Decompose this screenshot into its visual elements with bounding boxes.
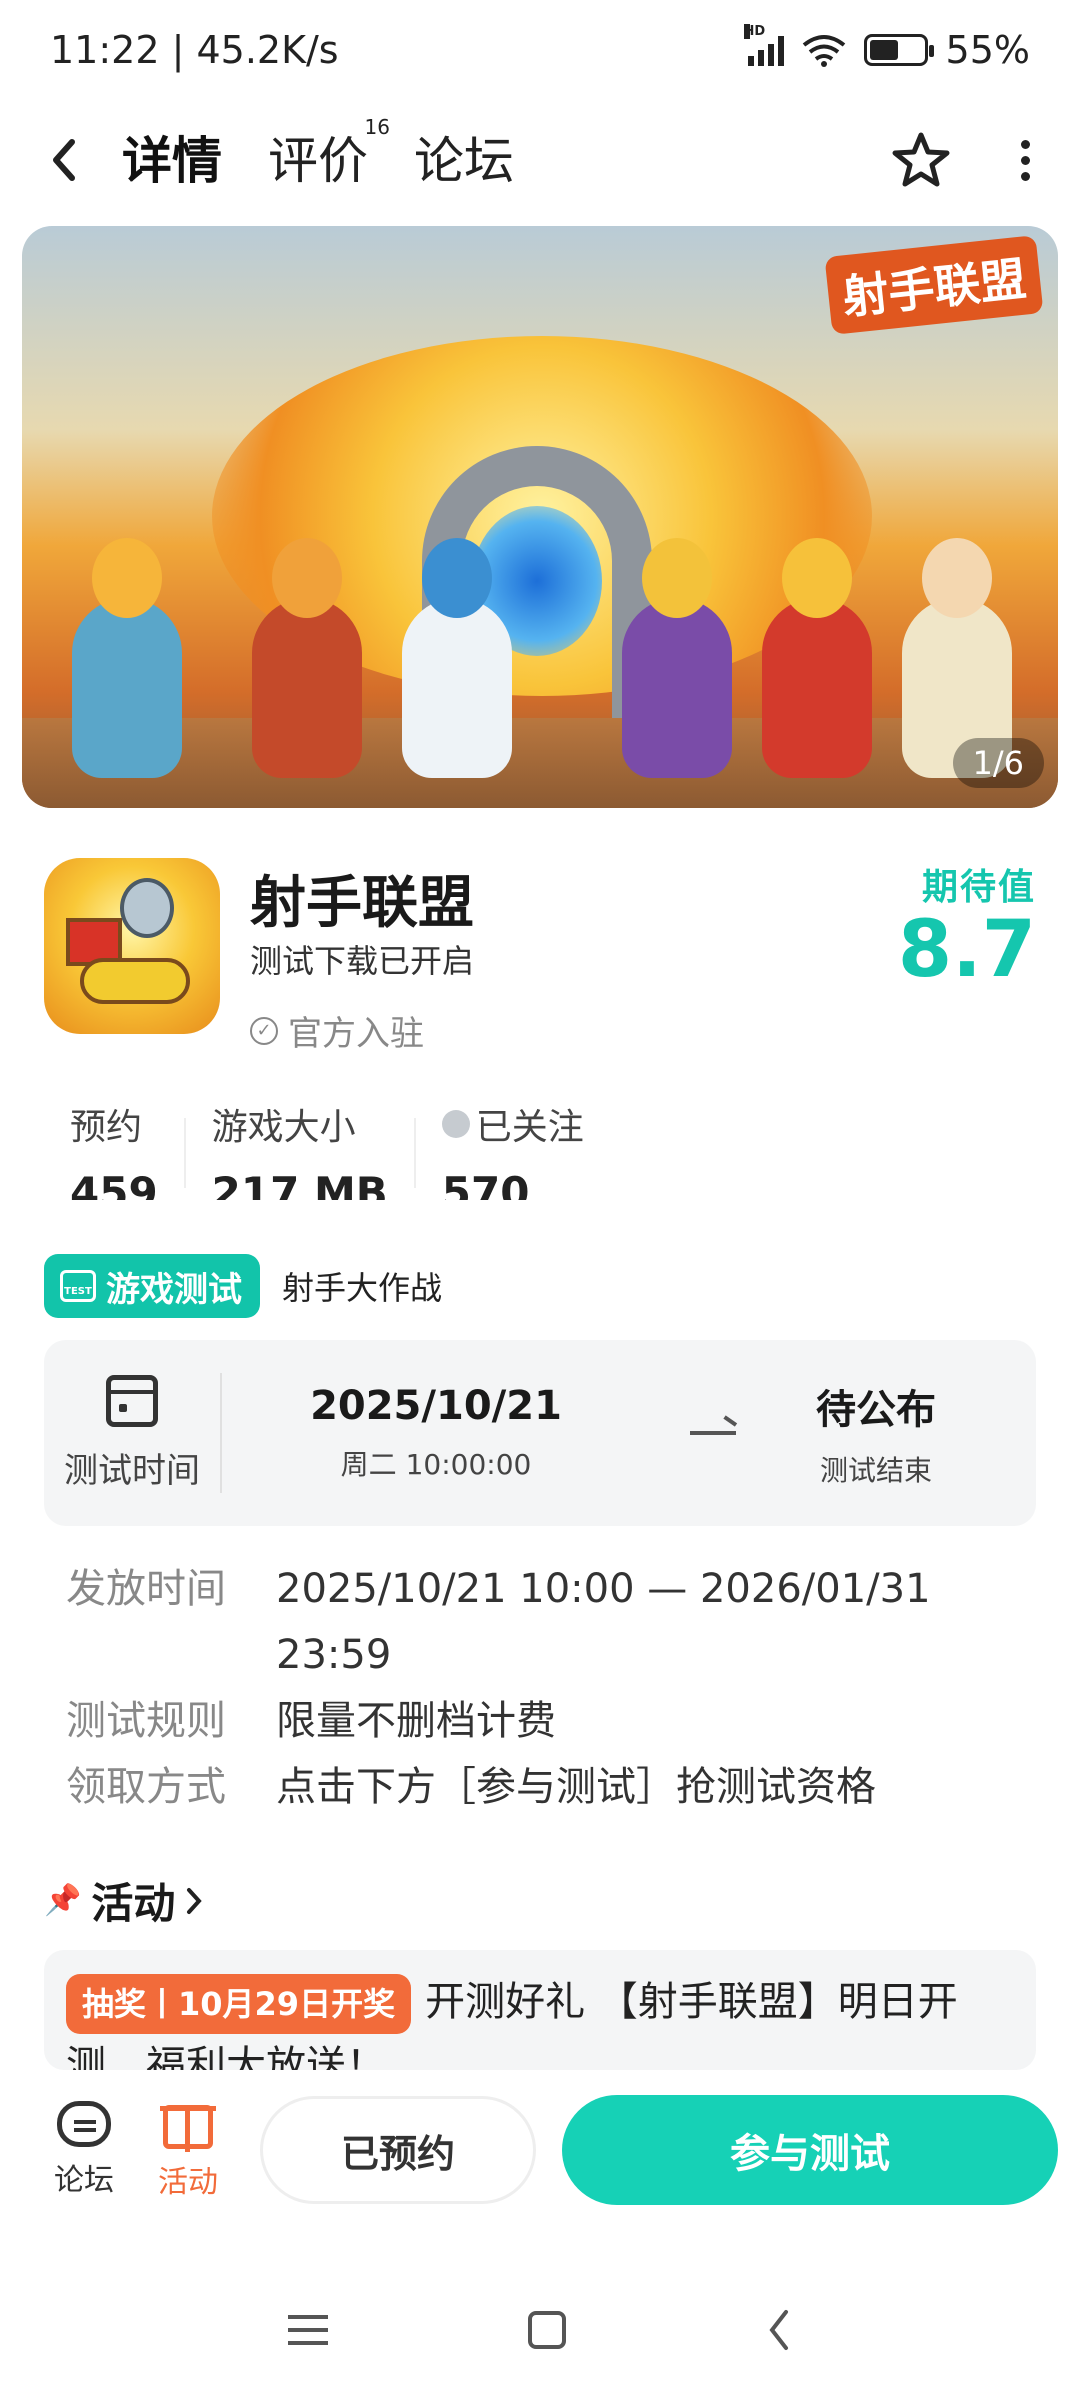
test-badge-label: 游戏测试	[106, 1269, 242, 1310]
activity-section-header[interactable]: 📌 活动	[44, 1870, 203, 1931]
official-label: 官方入驻	[288, 1014, 424, 1054]
detail-row: 领取方式 点击下方［参与测试］抢测试资格	[66, 1754, 1026, 1820]
top-nav: 详情 评价 16 论坛	[0, 110, 1080, 210]
expect-value: 8.7	[897, 905, 1036, 995]
chevron-left-icon	[53, 139, 75, 181]
battery-percent: 55%	[945, 28, 1030, 72]
stat-reservations: 预约 459	[44, 1098, 184, 1200]
test-name: 射手大作战	[282, 1269, 443, 1307]
detail-key: 测试规则	[66, 1698, 226, 1744]
home-icon[interactable]	[528, 2311, 566, 2349]
test-end-label: 测试结束	[819, 1454, 932, 1487]
activity-button[interactable]: 活动	[148, 2099, 228, 2201]
stat-followers[interactable]: 已关注 570	[416, 1098, 610, 1200]
status-icons: HD 55%	[743, 24, 1030, 72]
game-stats: 预约 459 游戏大小 217 MB 已关注 570	[44, 1098, 744, 1208]
stat-value: 217 MB	[211, 1168, 388, 1200]
followed-check-icon	[441, 1110, 470, 1138]
game-test-badge[interactable]: TEST 游戏测试	[44, 1254, 260, 1318]
calendar-icon	[106, 1374, 158, 1427]
banner-character	[252, 538, 362, 778]
detail-value: 点击下方［参与测试］抢测试资格	[276, 1764, 876, 1810]
arrow-right-icon	[690, 1431, 736, 1435]
expect-score: 期待值 8.7	[898, 858, 1036, 992]
activity-label: 活动	[158, 2165, 218, 2200]
forum-label: 论坛	[54, 2163, 114, 2198]
check-circle-icon: ✓	[250, 1016, 278, 1045]
star-icon[interactable]	[891, 131, 951, 189]
detail-value: 2025/10/21 10:00 — 2026/01/31 23:59	[276, 1566, 931, 1678]
test-details: 发放时间 2025/10/21 10:00 — 2026/01/31 23:59…	[66, 1556, 1026, 1820]
activity-title: 活动	[91, 1879, 176, 1928]
stat-label: 已关注	[441, 1098, 584, 1150]
gift-icon	[160, 2105, 216, 2152]
test-start: 2025/10/21 周二 10:00:00	[222, 1383, 650, 1483]
test-start-time: 周二 10:00:00	[340, 1448, 532, 1481]
test-time-card: 测试时间 2025/10/21 周二 10:00:00 待公布 测试结束	[44, 1340, 1036, 1526]
bottom-action-bar: 论坛 活动 已预约 参与测试	[0, 2070, 1080, 2230]
menu-icon[interactable]	[288, 2315, 328, 2345]
test-start-date: 2025/10/21	[310, 1383, 562, 1429]
network-type-label: HD	[743, 24, 766, 39]
tab-forum[interactable]: 论坛	[414, 121, 514, 199]
banner-character	[762, 538, 872, 778]
banner-logo: 射手联盟	[824, 235, 1044, 335]
tab-bar: 详情 评价 16 论坛	[116, 115, 514, 199]
forum-button[interactable]: 论坛	[44, 2101, 124, 2199]
test-icon: TEST	[60, 1270, 96, 1302]
official-badge: ✓ 官方入驻	[250, 1006, 424, 1055]
stat-label-text: 已关注	[475, 1107, 584, 1148]
activity-card[interactable]: 抽奖丨10月29日开奖 开测好礼 【射手联盟】明日开测，福利大放送！	[44, 1950, 1036, 2070]
detail-value: 限量不删档计费	[276, 1698, 556, 1744]
detail-key: 发放时间	[66, 1566, 226, 1612]
banner-character	[402, 538, 512, 778]
test-time-label: 测试时间	[64, 1450, 200, 1491]
test-row: TEST 游戏测试 射手大作战	[44, 1254, 442, 1318]
chat-icon	[57, 2101, 111, 2147]
banner-character	[72, 538, 182, 778]
game-info: 射手联盟 测试下载已开启 ✓ 官方入驻 期待值 8.7	[44, 858, 1036, 1054]
chevron-right-icon	[187, 1887, 203, 1914]
status-time: 11:22 | 45.2K/s	[50, 28, 339, 72]
reviews-count-badge: 16	[364, 115, 390, 139]
expect-label: 期待值	[921, 867, 1036, 908]
lottery-tag: 抽奖丨10月29日开奖	[66, 1974, 412, 2034]
battery-icon	[863, 34, 934, 66]
stat-label: 游戏大小	[211, 1107, 356, 1148]
game-subtitle: 测试下载已开启	[250, 942, 475, 980]
detail-row: 测试规则 限量不删档计费	[66, 1688, 1026, 1754]
stat-size: 游戏大小 217 MB	[186, 1098, 414, 1200]
tab-details-label: 详情	[122, 132, 222, 190]
more-vertical-icon[interactable]	[1021, 139, 1030, 181]
tab-details[interactable]: 详情	[116, 121, 228, 199]
app-icon	[44, 858, 220, 1034]
test-time-header: 测试时间	[44, 1374, 220, 1492]
pin-icon: 📌	[44, 1883, 82, 1918]
wifi-icon	[802, 35, 845, 67]
tab-forum-label: 论坛	[414, 132, 514, 190]
signal-icon: HD	[743, 24, 784, 66]
stat-value: 459	[70, 1168, 158, 1200]
banner-character	[622, 538, 732, 778]
tab-reviews[interactable]: 评价 16	[268, 115, 390, 199]
status-bar: 11:22 | 45.2K/s HD 55%	[0, 0, 1080, 100]
screenshot-carousel[interactable]: 射手联盟 1/6	[22, 226, 1058, 808]
stat-label: 预约	[70, 1107, 143, 1148]
join-test-button[interactable]: 参与测试	[562, 2095, 1058, 2205]
game-title: 射手联盟	[250, 871, 474, 936]
system-nav-bar	[0, 2280, 1080, 2380]
detail-row: 发放时间 2025/10/21 10:00 — 2026/01/31 23:59	[66, 1556, 1026, 1688]
test-end-status: 待公布	[816, 1387, 936, 1433]
reserved-button[interactable]: 已预约	[260, 2096, 536, 2204]
nav-actions	[891, 131, 1030, 189]
stat-value: 570	[441, 1168, 530, 1200]
back-button[interactable]	[50, 110, 90, 210]
test-end: 待公布 测试结束	[776, 1377, 976, 1489]
carousel-counter: 1/6	[952, 738, 1044, 788]
detail-key: 领取方式	[66, 1764, 226, 1810]
back-icon[interactable]	[766, 2308, 792, 2352]
tab-reviews-label: 评价	[268, 132, 368, 190]
